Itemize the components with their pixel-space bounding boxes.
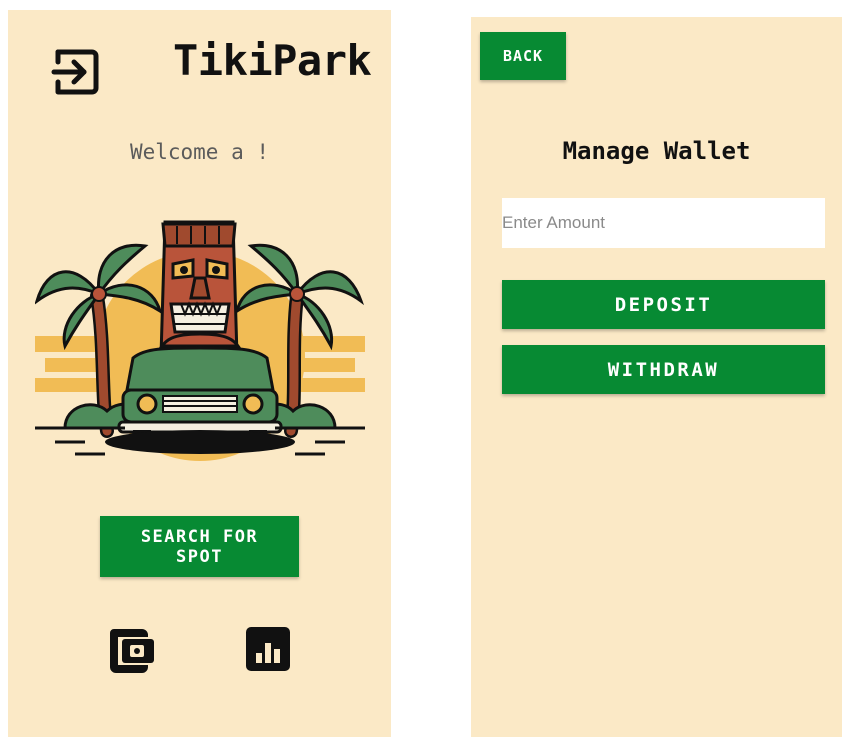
manage-wallet-title: Manage Wallet [562, 137, 751, 165]
screenshot-stage: TikiPark Welcome a ! SEARCH FOR SPOT BAC… [0, 0, 842, 737]
tiki-car-illustration [35, 206, 365, 476]
logout-icon[interactable] [48, 44, 104, 100]
search-spot-button[interactable]: SEARCH FOR SPOT [100, 516, 299, 577]
withdraw-button[interactable]: WITHDRAW [502, 345, 825, 394]
wallet-icon[interactable] [108, 625, 156, 673]
home-screen: TikiPark Welcome a ! SEARCH FOR SPOT [8, 10, 391, 737]
deposit-button[interactable]: DEPOSIT [502, 280, 825, 329]
bar-chart-icon[interactable] [244, 625, 292, 673]
amount-input[interactable] [502, 198, 825, 248]
wallet-screen: BACK Manage Wallet DEPOSIT WITHDRAW [471, 17, 842, 737]
back-button[interactable]: BACK [480, 32, 566, 80]
app-title: TikiPark [173, 36, 372, 85]
welcome-message: Welcome a ! [129, 140, 270, 164]
